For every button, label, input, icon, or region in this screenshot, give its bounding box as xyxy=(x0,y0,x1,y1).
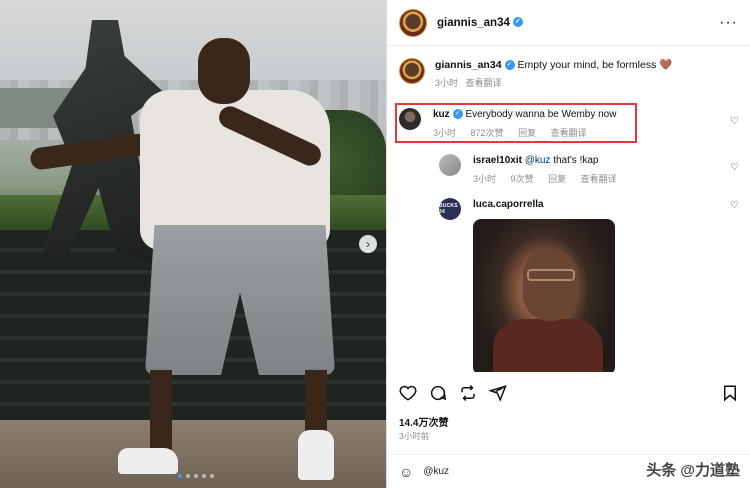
commenter-avatar[interactable] xyxy=(399,108,421,130)
comment-text: that's !kap xyxy=(553,155,599,166)
verified-icon: ✓ xyxy=(504,60,515,71)
commenter-username[interactable]: luca.caporrella xyxy=(473,199,544,210)
verified-icon: ✓ xyxy=(512,17,523,28)
carousel-dot xyxy=(202,474,206,478)
commenter-username[interactable]: kuz xyxy=(433,109,450,120)
reply-item: BUCKS 34 luca.caporrella ♡ xyxy=(427,198,750,372)
comment-time: 3小时 xyxy=(473,174,497,184)
author-avatar[interactable] xyxy=(399,8,427,37)
post-photo[interactable]: › xyxy=(0,0,386,488)
post-time: 3小时前 xyxy=(399,431,430,441)
post-caption: giannis_an34 ✓ Empty your mind, be formle… xyxy=(387,46,750,90)
repost-icon[interactable] xyxy=(459,384,477,402)
instagram-post-view: › giannis_an34 ✓ ··· giannis_an34 ✓ Empt… xyxy=(0,0,750,488)
commenter-avatar[interactable]: BUCKS 34 xyxy=(439,198,461,220)
comments-scroll[interactable]: giannis_an34 ✓ Empty your mind, be formle… xyxy=(387,46,750,372)
comment-likes[interactable]: 872次赞 xyxy=(471,128,504,138)
gif-shirt xyxy=(493,319,603,372)
bookmark-icon[interactable] xyxy=(721,384,739,402)
comment-icon[interactable] xyxy=(429,384,447,402)
commenter-username[interactable]: israel10xit xyxy=(473,155,522,166)
heart-icon[interactable]: ♡ xyxy=(730,200,739,211)
translate-link[interactable]: 查看翻译 xyxy=(581,174,617,184)
like-count[interactable]: 14.4万次赞 xyxy=(399,414,448,429)
reply-button[interactable]: 回复 xyxy=(518,128,536,138)
verified-icon: ✓ xyxy=(452,109,463,120)
post-actions xyxy=(387,378,750,408)
person-head xyxy=(198,38,250,104)
carousel-dot xyxy=(210,474,214,478)
carousel-dot xyxy=(194,474,198,478)
comment-input[interactable] xyxy=(423,466,574,477)
person-left-leg xyxy=(150,370,172,450)
chevron-right-icon: › xyxy=(366,237,370,251)
comment-text: Everybody wanna be Wemby now xyxy=(465,109,617,120)
post-header: giannis_an34 ✓ ··· xyxy=(387,0,750,46)
comment-likes[interactable]: 9次赞 xyxy=(511,174,534,184)
like-heart-icon[interactable] xyxy=(399,384,417,402)
reply-item: israel10xit @kuz that's !kap 3小时 9次赞 回复 … xyxy=(427,154,750,186)
caption-avatar[interactable] xyxy=(399,58,425,84)
share-icon[interactable] xyxy=(489,384,507,402)
comment-item: kuz ✓ Everybody wanna be Wemby now 3小时 87… xyxy=(387,108,750,140)
post-detail-pane: giannis_an34 ✓ ··· giannis_an34 ✓ Empty yo… xyxy=(386,0,750,488)
reply-button[interactable]: 回复 xyxy=(548,174,566,184)
author-username[interactable]: giannis_an34 ✓ xyxy=(437,17,523,29)
reaction-gif[interactable] xyxy=(473,219,615,372)
watermark: 头条 @力道塾 xyxy=(646,462,740,479)
caption-text: Empty your mind, be formless xyxy=(517,59,657,71)
person-right-shoe xyxy=(298,430,334,480)
gif-face xyxy=(523,249,578,321)
heart-icon[interactable]: ♡ xyxy=(730,116,739,127)
more-icon[interactable]: ··· xyxy=(719,14,738,32)
translate-link[interactable]: 查看翻译 xyxy=(551,128,587,138)
mention-link[interactable]: @kuz xyxy=(525,155,551,166)
heart-icon[interactable]: ♡ xyxy=(730,162,739,173)
commenter-avatar[interactable] xyxy=(439,154,461,176)
caption-time: 3小时 xyxy=(435,78,459,88)
carousel-dots xyxy=(178,474,214,478)
gif-glasses xyxy=(527,269,575,281)
comment-time: 3小时 xyxy=(433,128,457,138)
caption-translate-link[interactable]: 查看翻译 xyxy=(466,78,502,88)
person-left-shoe xyxy=(118,448,178,474)
carousel-dot-active xyxy=(178,474,182,478)
emoji-icon[interactable]: ☺ xyxy=(399,464,413,480)
caption-username[interactable]: giannis_an34 xyxy=(435,59,502,71)
next-photo-button[interactable]: › xyxy=(359,235,377,253)
brown-heart-icon: 🤎 xyxy=(659,59,673,71)
carousel-dot xyxy=(186,474,190,478)
